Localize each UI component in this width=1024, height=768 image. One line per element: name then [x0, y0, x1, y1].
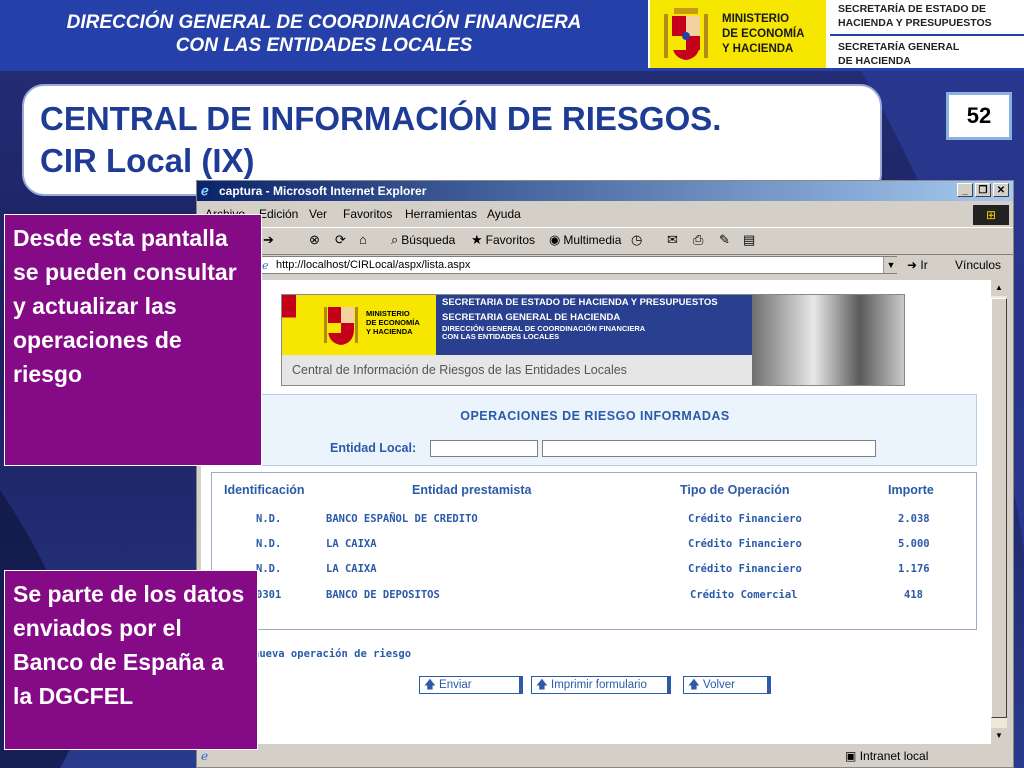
multimedia-button[interactable]: ◉ Multimedia [549, 232, 621, 248]
back-button[interactable]: 🡅 Volver [683, 676, 771, 694]
banner-subtitle: Central de Información de Riesgos de las… [282, 355, 752, 385]
spain-coat-of-arms-icon [664, 8, 708, 60]
search-panel: OPERACIONES DE RIESGO INFORMADAS Entidad… [211, 394, 977, 466]
column-header-entidad: Entidad prestamista [412, 483, 532, 497]
edit-icon: ✎ [719, 232, 730, 247]
arrow-right-icon: ➔ [263, 232, 274, 247]
status-bar: ℯ ▣ Intranet local [197, 746, 1013, 767]
close-button[interactable]: ✕ [993, 183, 1009, 197]
menu-ayuda[interactable]: Ayuda [487, 207, 521, 221]
scroll-thumb[interactable] [991, 298, 1007, 718]
menu-bar: Archivo Edición Ver Favoritos Herramient… [197, 203, 1013, 225]
table-row[interactable]: 0301 BANCO DE DEPOSITOS Crédito Comercia… [212, 585, 978, 607]
print-button[interactable]: ⎙ [693, 232, 703, 248]
refresh-button[interactable]: ⟳ [335, 232, 346, 248]
column-header-importe: Importe [888, 483, 934, 497]
new-operation-link[interactable]: nueva operación de riesgo [253, 648, 411, 660]
send-button[interactable]: 🡅 Enviar [419, 676, 523, 694]
scroll-up-icon[interactable]: ▲ [991, 280, 1007, 296]
history-icon: ◷ [631, 232, 643, 247]
history-button[interactable]: ◷ [631, 232, 642, 248]
print-form-button[interactable]: 🡅 Imprimir formulario [531, 676, 671, 694]
page-viewport: MINISTERIO DE ECONOMÍA Y HACIENDA SECRET… [201, 280, 991, 744]
favorites-button[interactable]: ★ Favoritos [471, 232, 535, 248]
banner-ministry: MINISTERIO DE ECONOMÍA Y HACIENDA [366, 309, 420, 336]
stop-button[interactable]: ⊗ [309, 232, 320, 248]
document-icon: ▤ [743, 232, 756, 247]
vertical-scrollbar[interactable]: ▲ ▼ [991, 280, 1007, 744]
restore-button[interactable]: ❐ [975, 183, 991, 197]
up-arrow-icon: 🡅 [424, 679, 436, 691]
header-secretariats: SECRETARÍA DE ESTADO DE HACIENDA Y PRESU… [830, 0, 1024, 68]
header-directorate: DIRECCIÓN GENERAL DE COORDINACIÓN FINANC… [0, 0, 648, 68]
panel-title: OPERACIONES DE RIESGO INFORMADAS [460, 409, 730, 423]
printer-icon: ⎙ [693, 232, 704, 247]
address-dropdown-button[interactable]: ▼ [883, 257, 898, 273]
home-button[interactable]: ⌂ [359, 232, 367, 247]
browser-toolbar: ➔ ⊗ ⟳ ⌂ ⌕ Búsqueda ★ Favoritos ◉ Multime… [197, 227, 1013, 255]
home-icon: ⌂ [359, 232, 367, 247]
intranet-icon: ▣ [845, 749, 857, 763]
ministry-name: MINISTERIO DE ECONOMÍA Y HACIENDA [722, 13, 805, 55]
refresh-icon: ⟳ [335, 232, 346, 247]
search-icon: ⌕ [391, 232, 399, 247]
site-banner: MINISTERIO DE ECONOMÍA Y HACIENDA SECRET… [281, 294, 905, 386]
coat-of-arms-icon [324, 307, 358, 345]
callout-top: Desde esta pantalla se pueden consultar … [4, 214, 262, 466]
up-arrow-icon: 🡅 [536, 679, 548, 691]
window-title: captura - Microsoft Internet Explorer [219, 184, 427, 198]
forward-button[interactable]: ➔ [263, 232, 274, 248]
entity-label: Entidad Local: [330, 441, 417, 455]
window-controls: _ ❐ ✕ [957, 183, 1009, 197]
menu-herramientas[interactable]: Herramientas [405, 207, 477, 221]
callout-bottom: Se parte de los datos enviados por el Ba… [4, 570, 258, 750]
risk-operations-table: Identificación Entidad prestamista Tipo … [211, 472, 977, 630]
address-bar: ℯ http://localhost/CIRLocal/aspx/lista.a… [197, 254, 1013, 278]
stop-icon: ⊗ [309, 232, 320, 247]
favorites-star-icon: ★ [471, 232, 483, 247]
entity-name-input[interactable] [542, 440, 876, 457]
edit-button[interactable]: ✎ [719, 232, 730, 248]
menu-edicion[interactable]: Edición [259, 207, 298, 221]
slide-title: CENTRAL DE INFORMACIÓN DE RIESGOS. CIR L… [40, 100, 722, 179]
table-row[interactable]: N.D. BANCO ESPAÑOL DE CREDITO Crédito Fi… [212, 509, 978, 531]
page-status-icon: ℯ [201, 749, 209, 763]
banner-photo [752, 295, 904, 385]
ie-logo-icon: ℯ [201, 183, 209, 198]
discuss-button[interactable]: ▤ [743, 232, 755, 248]
page-number: 52 [946, 92, 1012, 140]
page-icon: ℯ [262, 260, 269, 272]
menu-ver[interactable]: Ver [309, 207, 327, 221]
address-input[interactable]: ℯ http://localhost/CIRLocal/aspx/lista.a… [257, 256, 897, 274]
mail-icon: ✉ [667, 232, 678, 247]
table-row[interactable]: N.D. LA CAIXA Crédito Financiero 1.176 [212, 559, 978, 581]
up-arrow-icon: 🡅 [688, 679, 700, 691]
scroll-down-icon[interactable]: ▼ [991, 728, 1007, 744]
slide-header: DIRECCIÓN GENERAL DE COORDINACIÓN FINANC… [0, 0, 1024, 71]
menu-favoritos[interactable]: Favoritos [343, 207, 392, 221]
multimedia-icon: ◉ [549, 232, 561, 247]
go-arrow-icon: ➜ [907, 258, 918, 272]
links-button[interactable]: Vínculos [955, 258, 1001, 272]
ministry-logo: MINISTERIO DE ECONOMÍA Y HACIENDA [650, 0, 826, 68]
security-zone: ▣ Intranet local [845, 749, 929, 763]
table-row[interactable]: N.D. LA CAIXA Crédito Financiero 5.000 [212, 534, 978, 556]
entity-code-input[interactable] [430, 440, 538, 457]
browser-window: ℯ captura - Microsoft Internet Explorer … [196, 180, 1014, 768]
search-button[interactable]: ⌕ Búsqueda [391, 232, 455, 248]
column-header-identificacion: Identificación [224, 483, 305, 497]
go-button[interactable]: ➜ Ir [907, 258, 928, 272]
window-title-bar[interactable]: ℯ captura - Microsoft Internet Explorer … [197, 181, 1013, 201]
minimize-button[interactable]: _ [957, 183, 973, 197]
windows-logo-icon: ⊞ [973, 205, 1009, 225]
column-header-tipo: Tipo de Operación [680, 483, 790, 497]
mail-button[interactable]: ✉ [667, 232, 678, 248]
